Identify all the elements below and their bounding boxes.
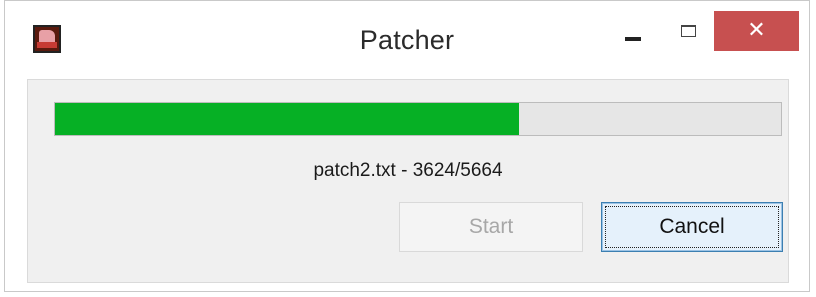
close-icon: ✕ (747, 18, 766, 43)
minimize-icon (625, 37, 641, 41)
cancel-button[interactable]: Cancel (601, 202, 783, 252)
dialog-body: patch2.txt - 3624/5664 Start Cancel (27, 79, 789, 283)
progress-bar (54, 102, 782, 136)
progress-fill (55, 103, 520, 135)
status-text: patch2.txt - 3624/5664 (313, 160, 503, 181)
close-button[interactable]: ✕ (714, 11, 799, 51)
focus-rectangle (605, 206, 779, 248)
minimize-button[interactable] (609, 13, 655, 50)
patcher-window: Patcher ✕ patch2.txt - 3624/5664 Start C… (4, 0, 810, 292)
title-bar[interactable]: Patcher ✕ (5, 1, 809, 79)
maximize-button[interactable] (665, 13, 711, 50)
maximize-icon (681, 25, 696, 37)
start-button[interactable]: Start (399, 202, 583, 252)
